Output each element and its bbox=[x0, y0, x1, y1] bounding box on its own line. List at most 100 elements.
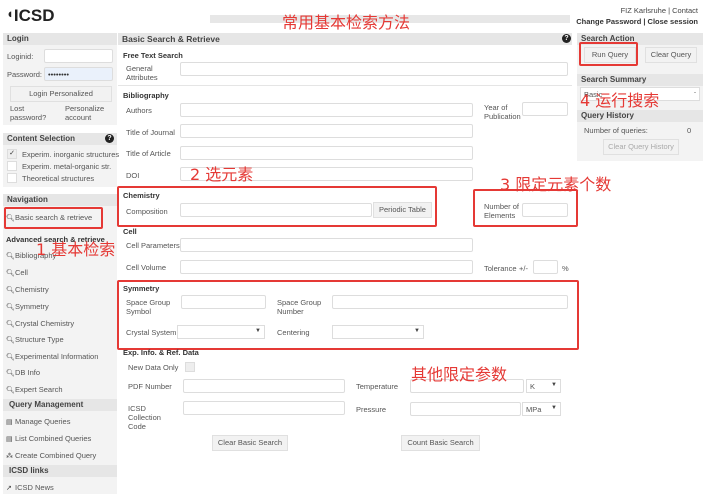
password-input[interactable]: •••••••• bbox=[44, 67, 113, 81]
tolerance-input[interactable] bbox=[533, 260, 558, 274]
cell-volume-input[interactable] bbox=[180, 260, 473, 274]
article-label: Title of Article bbox=[126, 149, 171, 158]
search-icon: 🔍︎ bbox=[6, 370, 15, 377]
logo-mark-icon: ◖ bbox=[6, 6, 14, 21]
loginid-input[interactable] bbox=[44, 49, 113, 63]
cell-heading: Cell bbox=[123, 227, 137, 236]
cell-params-input[interactable] bbox=[180, 238, 473, 252]
personalize-account-link[interactable]: Personalize account bbox=[65, 104, 110, 122]
content-item: Experim. metal-organic str. bbox=[22, 162, 112, 171]
count-basic-search-button[interactable]: Count Basic Search bbox=[401, 435, 480, 451]
account-links[interactable]: Change Password | Close session bbox=[576, 17, 698, 26]
year-input[interactable] bbox=[522, 102, 568, 116]
icsd-links-header: ICSD links bbox=[3, 465, 117, 477]
nav-symmetry[interactable]: 🔍︎Symmetry bbox=[6, 302, 49, 311]
help-icon[interactable]: ? bbox=[105, 134, 114, 143]
annotation-box-1 bbox=[4, 207, 103, 229]
nav-chemistry[interactable]: 🔍︎Chemistry bbox=[6, 285, 49, 294]
authors-label: Authors bbox=[126, 106, 152, 115]
annotation-4: 4 运行搜索 bbox=[580, 91, 660, 110]
logo[interactable]: ◖ICSD bbox=[6, 6, 54, 26]
external-link-icon: ↗ bbox=[6, 485, 12, 492]
lost-password-link[interactable]: Lost password? bbox=[10, 104, 50, 122]
free-text-heading: Free Text Search bbox=[123, 51, 183, 60]
search-icon: 🔍︎ bbox=[6, 287, 15, 294]
nav-manage-queries[interactable]: ▤ Manage Queries bbox=[6, 417, 70, 426]
temperature-label: Temperature bbox=[356, 382, 399, 391]
pressure-input[interactable] bbox=[410, 402, 521, 416]
password-label: Password: bbox=[7, 70, 43, 79]
query-history-header: Query History bbox=[577, 110, 703, 122]
divider bbox=[118, 85, 572, 86]
dropdown-arrow-icon: ▼ bbox=[551, 405, 557, 411]
nav-crystal-chemistry[interactable]: 🔍︎Crystal Chemistry bbox=[6, 319, 74, 328]
main-header: Basic Search & Retrieve bbox=[118, 33, 572, 45]
nav-db-info[interactable]: 🔍︎DB Info bbox=[6, 368, 40, 377]
exp-heading: Exp. Info. & Ref. Data bbox=[123, 348, 199, 357]
top-links[interactable]: FIZ Karlsruhe | Contact bbox=[621, 6, 698, 15]
checkbox-theoretical[interactable] bbox=[7, 173, 17, 183]
collection-code-label: ICSD Collection Code bbox=[128, 404, 161, 431]
nav-icsd-news[interactable]: ↗ ICSD News bbox=[6, 483, 54, 492]
journal-input[interactable] bbox=[180, 124, 473, 138]
cell-volume-label: Cell Volume bbox=[126, 263, 167, 272]
new-data-checkbox[interactable] bbox=[185, 362, 195, 372]
annotation-box-2 bbox=[117, 186, 437, 227]
dropdown-arrow-icon: - bbox=[694, 90, 696, 96]
sitemap-icon: ⁂ bbox=[6, 453, 13, 460]
search-icon: 🔍︎ bbox=[6, 337, 15, 344]
content-item: Experim. inorganic structures bbox=[22, 150, 120, 159]
clear-query-button[interactable]: Clear Query bbox=[645, 47, 697, 63]
list-icon: ▤ bbox=[6, 419, 13, 426]
title-annotation: 常用基本检索方法 bbox=[282, 13, 411, 32]
login-personalized-button[interactable]: Login Personalized bbox=[10, 86, 112, 102]
annotation-box-4 bbox=[579, 42, 638, 66]
temperature-unit-select[interactable]: K ▼ bbox=[526, 379, 561, 393]
search-icon: 🔍︎ bbox=[6, 253, 15, 260]
doi-label: DOI bbox=[126, 171, 140, 180]
nav-experimental-info[interactable]: 🔍︎Experimental Information bbox=[6, 352, 98, 361]
pressure-label: Pressure bbox=[356, 405, 387, 414]
pressure-unit-select[interactable]: MPa ▼ bbox=[522, 402, 561, 416]
tolerance-label: Tolerance bbox=[484, 264, 517, 273]
new-data-label: New Data Only bbox=[128, 363, 179, 372]
num-queries-value: 0 bbox=[687, 126, 692, 135]
annotation-1: 1 基本检索 bbox=[36, 240, 116, 259]
dropdown-arrow-icon: ▼ bbox=[551, 382, 557, 388]
authors-input[interactable] bbox=[180, 103, 473, 117]
general-attributes-label: General Attributes bbox=[126, 64, 158, 82]
help-icon[interactable]: ? bbox=[562, 34, 571, 43]
checkbox-inorganic[interactable]: ✓ bbox=[7, 149, 17, 159]
search-icon: 🔍︎ bbox=[6, 354, 15, 361]
nav-structure-type[interactable]: 🔍︎Structure Type bbox=[6, 335, 64, 344]
clear-basic-search-button[interactable]: Clear Basic Search bbox=[212, 435, 288, 451]
clear-query-history-button[interactable]: Clear Query History bbox=[603, 139, 679, 155]
loginid-label: Loginid: bbox=[7, 52, 34, 61]
collection-code-input[interactable] bbox=[183, 401, 345, 415]
list-icon: ▤ bbox=[6, 436, 13, 443]
search-summary-header: Search Summary bbox=[577, 74, 703, 86]
query-management-header: Query Management bbox=[3, 399, 117, 411]
pdf-label: PDF Number bbox=[128, 382, 172, 391]
general-attributes-input[interactable] bbox=[180, 62, 568, 76]
checkbox-metal-organic[interactable] bbox=[7, 161, 17, 171]
search-icon: 🔍︎ bbox=[6, 304, 15, 311]
nav-list-combined[interactable]: ▤ List Combined Queries bbox=[6, 434, 91, 443]
bibliography-heading: Bibliography bbox=[123, 91, 169, 100]
article-input[interactable] bbox=[180, 146, 473, 160]
num-queries-label: Number of queries: bbox=[584, 126, 648, 135]
annotation-5: 其他限定参数 bbox=[411, 365, 508, 384]
pdf-input[interactable] bbox=[183, 379, 345, 393]
login-header: Login bbox=[3, 33, 117, 45]
journal-label: Title of Journal bbox=[126, 128, 175, 137]
content-item: Theoretical structures bbox=[22, 174, 95, 183]
year-label: Year of Publication bbox=[484, 103, 521, 121]
navigation-header: Navigation bbox=[3, 194, 117, 206]
content-selection-header: Content Selection bbox=[3, 133, 117, 145]
nav-create-combined[interactable]: ⁂ Create Combined Query bbox=[6, 451, 96, 460]
search-icon: 🔍︎ bbox=[6, 321, 15, 328]
nav-cell[interactable]: 🔍︎Cell bbox=[6, 268, 28, 277]
search-icon: 🔍︎ bbox=[6, 387, 15, 394]
nav-expert-search[interactable]: 🔍︎Expert Search bbox=[6, 385, 63, 394]
percent-label: % bbox=[562, 264, 569, 273]
